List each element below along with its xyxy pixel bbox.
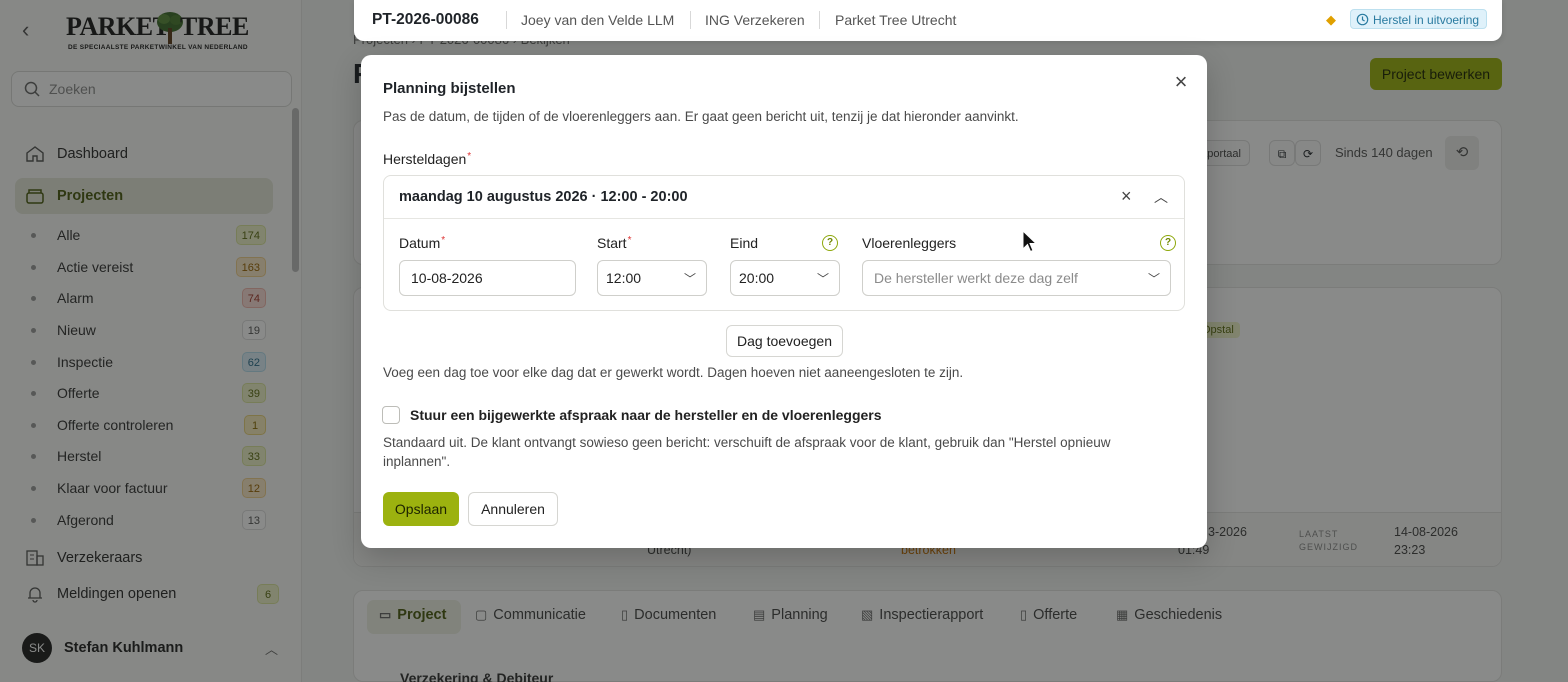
insurer-name[interactable]: ING Verzekeren	[705, 12, 805, 28]
help-icon[interactable]: ?	[822, 235, 838, 251]
help-icon[interactable]: ?	[1160, 235, 1176, 251]
project-header-bar: PT-2026-00086 Joey van den Velde LLM ING…	[354, 0, 1502, 41]
status-label: Herstel in uitvoering	[1373, 13, 1480, 27]
end-label: Eind	[730, 235, 759, 251]
notify-label[interactable]: Stuur een bijgewerkte afspraak naar de h…	[410, 407, 882, 423]
add-day-button[interactable]: Dag toevoegen	[726, 325, 843, 357]
day-entry-header[interactable]: maandag 10 augustus 2026 · 12:00 - 20:00…	[384, 176, 1184, 219]
add-day-hint: Voeg een dag toe voor elke dag dat er ge…	[383, 365, 964, 380]
end-value: 20:00	[739, 270, 775, 286]
save-button[interactable]: Opslaan	[383, 492, 459, 526]
required-marker: *	[627, 235, 632, 246]
required-marker: *	[467, 151, 472, 162]
start-label: Start*	[597, 235, 631, 251]
date-input[interactable]: 10-08-2026	[399, 260, 576, 296]
remove-day-icon[interactable]: ×	[1121, 186, 1132, 207]
day-entry: maandag 10 augustus 2026 · 12:00 - 20:00…	[383, 175, 1185, 311]
planning-modal: × Planning bijstellen Pas de datum, de t…	[361, 55, 1207, 548]
branch-name[interactable]: Parket Tree Utrecht	[835, 12, 956, 28]
days-label-text: Hersteldagen	[383, 151, 467, 167]
date-label-text: Datum	[399, 235, 441, 251]
clock-icon	[1356, 13, 1369, 26]
start-time-select[interactable]: 12:00 ﹀	[597, 260, 707, 296]
chevron-down-icon: ﹀	[1147, 272, 1160, 286]
chevron-down-icon: ﹀	[683, 272, 696, 286]
date-value: 10-08-2026	[411, 270, 483, 286]
mouse-cursor-icon	[1022, 230, 1038, 253]
modal-description: Pas de datum, de tijden of de vloerenleg…	[383, 109, 1019, 124]
divider	[690, 11, 691, 29]
graduation-cap-icon: ◆	[1326, 12, 1336, 27]
notify-checkbox[interactable]	[382, 406, 400, 424]
project-id: PT-2026-00086	[372, 11, 479, 28]
end-time-select[interactable]: 20:00 ﹀	[730, 260, 840, 296]
date-label: Datum*	[399, 235, 445, 251]
days-label: Hersteldagen*	[383, 151, 471, 167]
divider	[819, 11, 820, 29]
close-icon[interactable]: ×	[1169, 71, 1193, 95]
chevron-up-icon[interactable]: ︿	[1154, 187, 1168, 207]
notify-note: Standaard uit. De klant ontvangt sowieso…	[383, 435, 1111, 469]
client-name[interactable]: Joey van den Velde LLM	[521, 12, 674, 28]
floorers-placeholder: De hersteller werkt deze dag zelf	[874, 270, 1078, 286]
required-marker: *	[441, 235, 446, 246]
status-badge: Herstel in uitvoering	[1350, 9, 1488, 29]
start-value: 12:00	[606, 270, 642, 286]
floorers-select[interactable]: De hersteller werkt deze dag zelf ﹀	[862, 260, 1171, 296]
chevron-down-icon: ﹀	[816, 272, 829, 286]
start-label-text: Start	[597, 235, 627, 251]
divider	[506, 11, 507, 29]
day-summary: maandag 10 augustus 2026 · 12:00 - 20:00	[399, 189, 688, 205]
cancel-button[interactable]: Annuleren	[468, 492, 558, 526]
modal-title: Planning bijstellen	[383, 80, 516, 97]
floorers-label: Vloerenleggers	[862, 235, 957, 251]
